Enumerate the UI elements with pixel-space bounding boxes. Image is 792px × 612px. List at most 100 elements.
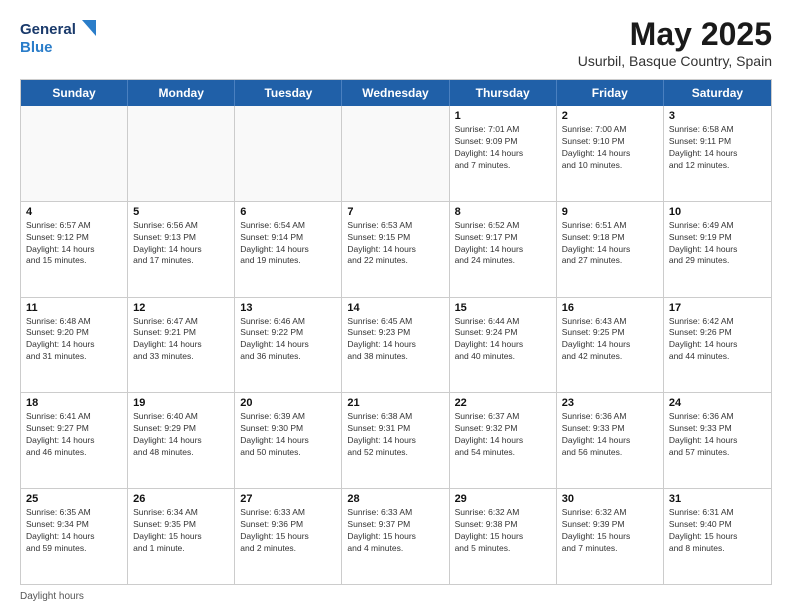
day-info: Sunrise: 6:52 AM Sunset: 9:17 PM Dayligh… xyxy=(455,220,551,268)
day-cell: 7Sunrise: 6:53 AM Sunset: 9:15 PM Daylig… xyxy=(342,202,449,297)
day-cell: 5 Sunrise: 6:56 AM Sunset: 9:13 PM Daylig… xyxy=(128,202,235,297)
day-number: 18 xyxy=(26,397,122,409)
day-info: Sunrise: 6:48 AM Sunset: 9:20 PM Dayligh… xyxy=(26,316,122,364)
day-info: Sunrise: 6:54 AM Sunset: 9:14 PM Dayligh… xyxy=(240,220,336,268)
svg-text:Blue: Blue xyxy=(20,39,53,56)
day-number: 10 xyxy=(669,206,766,218)
day-cell: 31Sunrise: 6:31 AM Sunset: 9:40 PM Dayli… xyxy=(664,489,771,584)
day-info: Sunrise: 6:45 AM Sunset: 9:23 PM Dayligh… xyxy=(347,316,443,364)
day-cell: 8 Sunrise: 6:52 AM Sunset: 9:17 PM Daylig… xyxy=(450,202,557,297)
week-row-0: 1 Sunrise: 7:01 AM Sunset: 9:09 PM Daylig… xyxy=(21,106,771,202)
main-title: May 2025 xyxy=(578,16,772,53)
day-number: 9 xyxy=(562,206,658,218)
day-cell: 28 Sunrise: 6:33 AM Sunset: 9:37 PM Dayli… xyxy=(342,489,449,584)
day-cell: 13Sunrise: 6:46 AM Sunset: 9:22 PM Dayli… xyxy=(235,298,342,393)
svg-text:General: General xyxy=(20,21,76,38)
day-info: Sunrise: 6:32 AM Sunset: 9:38 PM Dayligh… xyxy=(455,507,551,555)
day-info: Sunrise: 6:56 AM Sunset: 9:13 PM Dayligh… xyxy=(133,220,229,268)
day-cell: 16Sunrise: 6:43 AM Sunset: 9:25 PM Dayli… xyxy=(557,298,664,393)
day-number: 24 xyxy=(669,397,766,409)
day-number: 5 xyxy=(133,206,229,218)
day-cell: 3 Sunrise: 6:58 AM Sunset: 9:11 PM Daylig… xyxy=(664,106,771,201)
day-number: 31 xyxy=(669,493,766,505)
day-info: Sunrise: 6:36 AM Sunset: 9:33 PM Dayligh… xyxy=(562,411,658,459)
week-row-2: 11 Sunrise: 6:48 AM Sunset: 9:20 PM Dayli… xyxy=(21,298,771,394)
day-info: Sunrise: 6:58 AM Sunset: 9:11 PM Dayligh… xyxy=(669,124,766,172)
day-cell: 19Sunrise: 6:40 AM Sunset: 9:29 PM Dayli… xyxy=(128,393,235,488)
day-cell xyxy=(342,106,449,201)
day-info: Sunrise: 6:57 AM Sunset: 9:12 PM Dayligh… xyxy=(26,220,122,268)
day-number: 11 xyxy=(26,302,122,314)
week-row-3: 18 Sunrise: 6:41 AM Sunset: 9:27 PM Dayli… xyxy=(21,393,771,489)
day-cell: 25Sunrise: 6:35 AM Sunset: 9:34 PM Dayli… xyxy=(21,489,128,584)
day-header-sunday: Sunday xyxy=(21,80,128,106)
day-info: Sunrise: 6:32 AM Sunset: 9:39 PM Dayligh… xyxy=(562,507,658,555)
subtitle: Usurbil, Basque Country, Spain xyxy=(578,53,772,69)
day-header-wednesday: Wednesday xyxy=(342,80,449,106)
day-number: 6 xyxy=(240,206,336,218)
day-info: Sunrise: 6:33 AM Sunset: 9:36 PM Dayligh… xyxy=(240,507,336,555)
day-header-saturday: Saturday xyxy=(664,80,771,106)
day-number: 20 xyxy=(240,397,336,409)
day-info: Sunrise: 6:33 AM Sunset: 9:37 PM Dayligh… xyxy=(347,507,443,555)
week-row-1: 4Sunrise: 6:57 AM Sunset: 9:12 PM Daylig… xyxy=(21,202,771,298)
day-cell: 24Sunrise: 6:36 AM Sunset: 9:33 PM Dayli… xyxy=(664,393,771,488)
day-header-monday: Monday xyxy=(128,80,235,106)
day-number: 26 xyxy=(133,493,229,505)
header: General Blue May 2025 Usurbil, Basque Co… xyxy=(20,16,772,69)
week-row-4: 25Sunrise: 6:35 AM Sunset: 9:34 PM Dayli… xyxy=(21,489,771,584)
day-cell: 26Sunrise: 6:34 AM Sunset: 9:35 PM Dayli… xyxy=(128,489,235,584)
day-header-thursday: Thursday xyxy=(450,80,557,106)
day-info: Sunrise: 6:38 AM Sunset: 9:31 PM Dayligh… xyxy=(347,411,443,459)
day-cell: 27Sunrise: 6:33 AM Sunset: 9:36 PM Dayli… xyxy=(235,489,342,584)
day-info: Sunrise: 6:44 AM Sunset: 9:24 PM Dayligh… xyxy=(455,316,551,364)
day-number: 14 xyxy=(347,302,443,314)
day-number: 13 xyxy=(240,302,336,314)
day-number: 2 xyxy=(562,110,658,122)
day-number: 17 xyxy=(669,302,766,314)
day-info: Sunrise: 6:47 AM Sunset: 9:21 PM Dayligh… xyxy=(133,316,229,364)
day-info: Sunrise: 7:01 AM Sunset: 9:09 PM Dayligh… xyxy=(455,124,551,172)
day-cell: 14 Sunrise: 6:45 AM Sunset: 9:23 PM Dayli… xyxy=(342,298,449,393)
day-cell xyxy=(235,106,342,201)
day-cell: 1 Sunrise: 7:01 AM Sunset: 9:09 PM Daylig… xyxy=(450,106,557,201)
day-header-tuesday: Tuesday xyxy=(235,80,342,106)
day-info: Sunrise: 6:53 AM Sunset: 9:15 PM Dayligh… xyxy=(347,220,443,268)
day-cell: 12 Sunrise: 6:47 AM Sunset: 9:21 PM Dayli… xyxy=(128,298,235,393)
footer-text: Daylight hours xyxy=(20,591,84,602)
day-cell: 15 Sunrise: 6:44 AM Sunset: 9:24 PM Dayli… xyxy=(450,298,557,393)
day-number: 15 xyxy=(455,302,551,314)
day-info: Sunrise: 7:00 AM Sunset: 9:10 PM Dayligh… xyxy=(562,124,658,172)
day-cell: 21 Sunrise: 6:38 AM Sunset: 9:31 PM Dayli… xyxy=(342,393,449,488)
day-info: Sunrise: 6:39 AM Sunset: 9:30 PM Dayligh… xyxy=(240,411,336,459)
day-number: 8 xyxy=(455,206,551,218)
day-cell: 30Sunrise: 6:32 AM Sunset: 9:39 PM Dayli… xyxy=(557,489,664,584)
day-cell: 2 Sunrise: 7:00 AM Sunset: 9:10 PM Daylig… xyxy=(557,106,664,201)
title-block: May 2025 Usurbil, Basque Country, Spain xyxy=(578,16,772,69)
day-headers: SundayMondayTuesdayWednesdayThursdayFrid… xyxy=(21,80,771,106)
day-info: Sunrise: 6:49 AM Sunset: 9:19 PM Dayligh… xyxy=(669,220,766,268)
day-info: Sunrise: 6:41 AM Sunset: 9:27 PM Dayligh… xyxy=(26,411,122,459)
day-cell: 29 Sunrise: 6:32 AM Sunset: 9:38 PM Dayli… xyxy=(450,489,557,584)
day-info: Sunrise: 6:37 AM Sunset: 9:32 PM Dayligh… xyxy=(455,411,551,459)
day-cell: 11 Sunrise: 6:48 AM Sunset: 9:20 PM Dayli… xyxy=(21,298,128,393)
day-number: 28 xyxy=(347,493,443,505)
day-number: 1 xyxy=(455,110,551,122)
calendar-body: 1 Sunrise: 7:01 AM Sunset: 9:09 PM Daylig… xyxy=(21,106,771,584)
day-cell: 4Sunrise: 6:57 AM Sunset: 9:12 PM Daylig… xyxy=(21,202,128,297)
day-cell: 18 Sunrise: 6:41 AM Sunset: 9:27 PM Dayli… xyxy=(21,393,128,488)
day-number: 21 xyxy=(347,397,443,409)
day-number: 12 xyxy=(133,302,229,314)
logo: General Blue xyxy=(20,16,100,60)
day-cell: 20 Sunrise: 6:39 AM Sunset: 9:30 PM Dayli… xyxy=(235,393,342,488)
day-cell: 10 Sunrise: 6:49 AM Sunset: 9:19 PM Dayli… xyxy=(664,202,771,297)
day-number: 23 xyxy=(562,397,658,409)
day-number: 3 xyxy=(669,110,766,122)
page: General Blue May 2025 Usurbil, Basque Co… xyxy=(0,0,792,612)
day-number: 25 xyxy=(26,493,122,505)
day-info: Sunrise: 6:51 AM Sunset: 9:18 PM Dayligh… xyxy=(562,220,658,268)
footer: Daylight hours xyxy=(20,591,772,602)
day-number: 29 xyxy=(455,493,551,505)
calendar: SundayMondayTuesdayWednesdayThursdayFrid… xyxy=(20,79,772,585)
day-cell: 9 Sunrise: 6:51 AM Sunset: 9:18 PM Daylig… xyxy=(557,202,664,297)
